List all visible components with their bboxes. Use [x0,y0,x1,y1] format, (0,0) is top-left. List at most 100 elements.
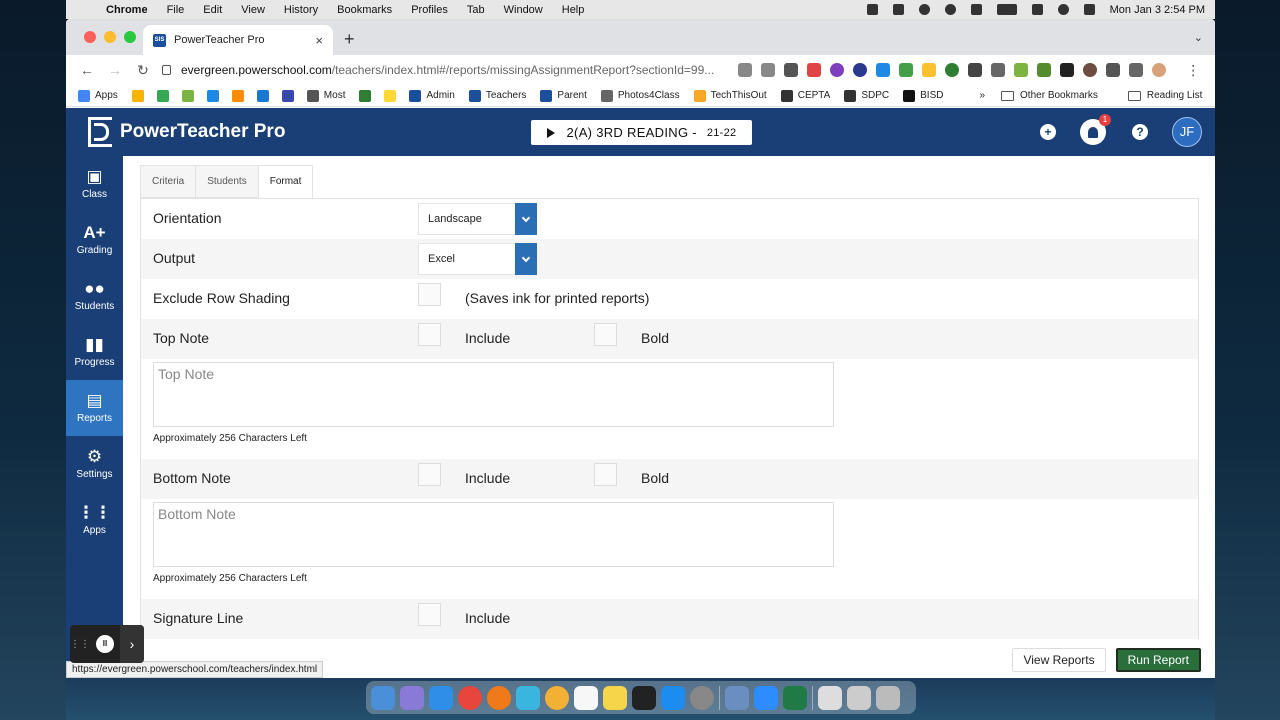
minimize-window-button[interactable] [104,31,116,43]
chevron-right-icon[interactable]: › [120,625,144,663]
extension-qr-icon[interactable] [1060,63,1075,77]
bookmark-item[interactable]: Admin [409,89,455,102]
bookmark-item[interactable]: Apps [78,89,118,102]
add-icon[interactable]: + [1040,124,1056,140]
extension-scissors-icon[interactable] [991,63,1006,77]
sidebar-item-grading[interactable]: A+ Grading [66,212,123,268]
bookmark-item[interactable]: Parent [540,89,587,102]
menu-view[interactable]: View [241,4,265,16]
extension-red-icon[interactable] [807,63,822,77]
preview-icon[interactable] [725,685,749,710]
lock-icon[interactable] [162,65,171,75]
profile-avatar[interactable] [1152,63,1167,77]
firefox-icon[interactable] [487,685,511,710]
section-selector-button[interactable]: 2(A) 3RD READING - 21-22 [531,120,752,145]
wifi-icon[interactable] [1031,4,1043,15]
browser-menu-icon[interactable]: ⋮ [1186,62,1200,79]
finder-icon[interactable] [371,685,395,710]
user-avatar[interactable]: JF [1172,117,1202,147]
extension-dark-green-icon[interactable] [945,63,960,77]
bookmark-item[interactable] [206,89,224,102]
bookmark-item[interactable] [384,89,401,102]
bookmark-item[interactable]: Teachers [468,89,526,102]
extension-purple-icon[interactable] [830,63,845,77]
zoom-icon[interactable] [754,685,778,710]
bookmark-item[interactable]: TechThisOut [693,89,767,102]
bookmark-item[interactable]: BISD [903,89,943,102]
extension-bulb-icon[interactable] [784,63,799,77]
top-note-include-checkbox[interactable] [418,323,441,346]
extension-150-icon[interactable] [1037,63,1052,77]
airdrop-icon[interactable] [944,4,956,15]
documents-icon[interactable] [847,685,871,710]
tab-format[interactable]: Format [257,165,314,198]
battery-icon[interactable] [996,4,1017,15]
top-note-bold-checkbox[interactable] [594,323,617,346]
reminders-icon[interactable] [574,685,598,710]
mission-control-icon[interactable] [632,685,656,710]
tab-search-chevron-icon[interactable]: ⌄ [1194,31,1203,44]
output-select[interactable]: Excel [418,243,537,275]
view-reports-button[interactable]: View Reports [1012,648,1106,672]
menu-window[interactable]: Window [504,4,543,16]
spotlight-search-icon[interactable] [1057,4,1069,15]
bookmark-item[interactable] [359,89,376,102]
orientation-select[interactable]: Landscape [418,203,537,235]
bookmarks-overflow-icon[interactable]: » [979,90,985,101]
bookmark-item[interactable] [231,89,249,102]
pin-icon[interactable] [892,4,904,15]
other-bookmarks[interactable]: Other Bookmarks [1001,90,1098,101]
bottom-note-textarea[interactable]: Bottom Note [153,502,834,567]
pause-icon[interactable]: II [96,635,114,653]
menu-tab[interactable]: Tab [467,4,485,16]
photos-icon[interactable] [545,685,569,710]
system-preferences-icon[interactable] [690,685,714,710]
drag-handle-icon[interactable]: ⋮⋮ [70,639,90,650]
extension-blue-icon[interactable] [876,63,891,77]
chrome-icon[interactable] [458,685,482,710]
bookmark-item[interactable]: Photos4Class [600,89,680,102]
excel-icon[interactable] [783,685,807,710]
back-icon[interactable]: ← [78,62,96,78]
menu-bookmarks[interactable]: Bookmarks [337,4,392,16]
sidebar-item-class[interactable]: ▣ Class [66,156,123,212]
sidebar-item-apps[interactable]: ⋮⋮ Apps [66,492,123,548]
reading-list[interactable]: Reading List [1127,90,1202,101]
forward-icon[interactable]: → [106,62,124,78]
tab-students[interactable]: Students [195,165,258,198]
sidebar-item-reports[interactable]: ▤ Reports [66,380,123,436]
microphone-icon[interactable] [866,4,878,15]
extensions-puzzle-icon[interactable] [1106,63,1121,77]
help-icon[interactable]: ? [1132,124,1148,140]
extension-brown-icon[interactable] [1083,63,1098,77]
extension-lime-icon[interactable] [1014,63,1029,77]
menu-app-name[interactable]: Chrome [106,4,148,16]
bookmark-item[interactable] [181,89,199,102]
trash-icon[interactable] [876,685,900,710]
info-icon[interactable] [918,4,930,15]
reload-icon[interactable]: ↻ [134,62,152,79]
safari-icon[interactable] [429,685,453,710]
menu-edit[interactable]: Edit [203,4,222,16]
signature-include-checkbox[interactable] [418,603,441,626]
sidebar-item-progress[interactable]: ▮▮ Progress [66,324,123,380]
address-bar[interactable]: evergreen.powerschool.com/teachers/index… [162,63,714,77]
zoom-window-button[interactable] [124,31,136,43]
downloads-icon[interactable] [818,685,842,710]
extension-k-icon[interactable] [853,63,868,77]
run-report-button[interactable]: Run Report [1115,648,1201,672]
control-center-icon[interactable] [1083,4,1095,15]
menu-help[interactable]: Help [562,4,585,16]
bottom-note-include-checkbox[interactable] [418,463,441,486]
bookmark-item[interactable] [156,89,174,102]
notifications-button[interactable]: 1 [1080,114,1111,145]
messages-icon[interactable] [516,685,540,710]
close-window-button[interactable] [84,31,96,43]
sidebar-item-students[interactable]: ●● Students [66,268,123,324]
reading-mode-icon[interactable] [1129,63,1144,77]
bottom-note-bold-checkbox[interactable] [594,463,617,486]
bookmark-item[interactable]: SDPC [844,89,889,102]
apple-icon[interactable] [76,3,88,16]
launchpad-icon[interactable] [400,685,424,710]
bookmark-star-icon[interactable] [761,63,776,77]
